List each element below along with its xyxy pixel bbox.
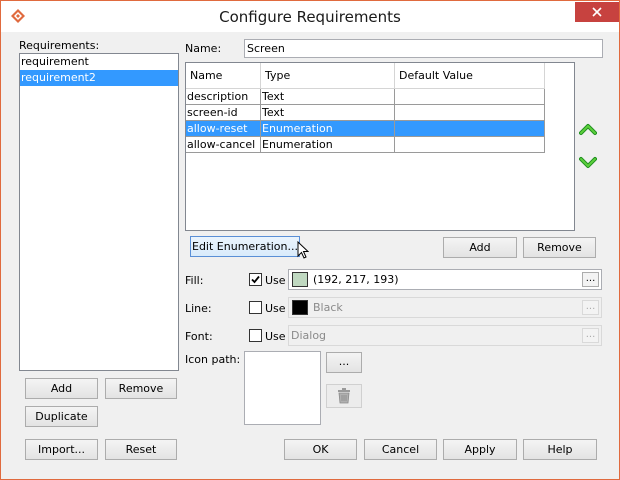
help-button[interactable]: Help <box>523 439 597 460</box>
cell-name: screen-id <box>186 105 261 120</box>
icon-path-label: Icon path: <box>185 353 241 366</box>
edit-enumeration-button[interactable]: Edit Enumeration... <box>190 236 300 257</box>
properties-table[interactable]: Name Type Default Value description Text… <box>185 62 575 231</box>
cell-default <box>395 89 545 104</box>
fill-browse-button[interactable]: ... <box>582 272 599 287</box>
title-bar: Configure Requirements <box>1 1 619 32</box>
line-color-value: Black <box>313 301 343 314</box>
close-button[interactable] <box>575 2 619 22</box>
icon-browse-button[interactable]: ... <box>326 352 362 373</box>
cell-name: description <box>186 89 261 104</box>
icon-delete-button[interactable] <box>326 384 362 408</box>
cell-default <box>395 121 545 136</box>
name-input[interactable]: Screen <box>244 39 603 58</box>
cell-type: Enumeration <box>261 121 395 136</box>
line-browse-button[interactable]: ... <box>582 300 599 315</box>
table-row[interactable]: description Text <box>186 89 545 105</box>
table-header: Name Type Default Value <box>186 63 545 89</box>
line-use-label: Use <box>265 302 286 315</box>
ok-button[interactable]: OK <box>284 439 357 460</box>
list-item-label: requirement2 <box>21 71 96 84</box>
requirements-list[interactable]: requirement requirement2 <box>19 53 179 371</box>
reset-button[interactable]: Reset <box>105 439 177 460</box>
window-title: Configure Requirements <box>219 8 401 26</box>
cell-name: allow-reset <box>186 121 261 136</box>
font-use-checkbox[interactable] <box>249 329 262 342</box>
fill-color-value: (192, 217, 193) <box>313 273 399 286</box>
cell-default <box>395 105 545 120</box>
table-row[interactable]: allow-reset Enumeration <box>186 121 545 137</box>
cancel-button[interactable]: Cancel <box>364 439 437 460</box>
name-label: Name: <box>185 42 222 55</box>
line-use-checkbox[interactable] <box>249 301 262 314</box>
column-header-default-value[interactable]: Default Value <box>395 63 545 89</box>
cell-name: allow-cancel <box>186 137 261 152</box>
mouse-cursor-icon <box>297 241 309 259</box>
remove-property-button[interactable]: Remove <box>523 237 596 258</box>
line-color-field[interactable]: Black ... <box>288 297 602 318</box>
apply-button[interactable]: Apply <box>443 439 517 460</box>
import-button[interactable]: Import... <box>25 439 98 460</box>
list-item-label: requirement <box>21 55 89 68</box>
font-value: Dialog <box>291 329 327 342</box>
font-use-label: Use <box>265 330 286 343</box>
cell-default <box>395 137 545 152</box>
fill-use-label: Use <box>265 274 286 287</box>
fill-label: Fill: <box>185 274 204 287</box>
configure-requirements-dialog: Configure Requirements Requirements: req… <box>0 0 620 480</box>
font-field[interactable]: Dialog ... <box>288 325 602 346</box>
move-up-icon[interactable] <box>579 122 597 136</box>
font-label: Font: <box>185 330 213 343</box>
table-row[interactable]: allow-cancel Enumeration <box>186 137 545 153</box>
column-header-type[interactable]: Type <box>261 63 395 89</box>
fill-color-field[interactable]: (192, 217, 193) ... <box>288 269 602 290</box>
list-item[interactable]: requirement <box>20 54 178 70</box>
remove-requirement-button[interactable]: Remove <box>105 378 177 399</box>
font-browse-button[interactable]: ... <box>582 328 599 343</box>
close-icon <box>592 7 602 17</box>
duplicate-button[interactable]: Duplicate <box>25 406 98 427</box>
line-color-swatch <box>292 300 308 315</box>
requirements-label: Requirements: <box>19 39 100 52</box>
list-item[interactable]: requirement2 <box>20 70 178 86</box>
trash-icon <box>338 388 350 404</box>
add-requirement-button[interactable]: Add <box>25 378 98 399</box>
line-label: Line: <box>185 302 212 315</box>
add-property-button[interactable]: Add <box>443 237 517 258</box>
move-down-icon[interactable] <box>579 156 597 170</box>
cell-type: Enumeration <box>261 137 395 152</box>
table-row[interactable]: screen-id Text <box>186 105 545 121</box>
icon-preview <box>244 351 321 425</box>
checkmark-icon <box>251 275 260 284</box>
fill-color-swatch <box>292 272 308 287</box>
column-header-name[interactable]: Name <box>186 63 261 89</box>
cell-type: Text <box>261 105 395 120</box>
cell-type: Text <box>261 89 395 104</box>
fill-use-checkbox[interactable] <box>249 273 262 286</box>
